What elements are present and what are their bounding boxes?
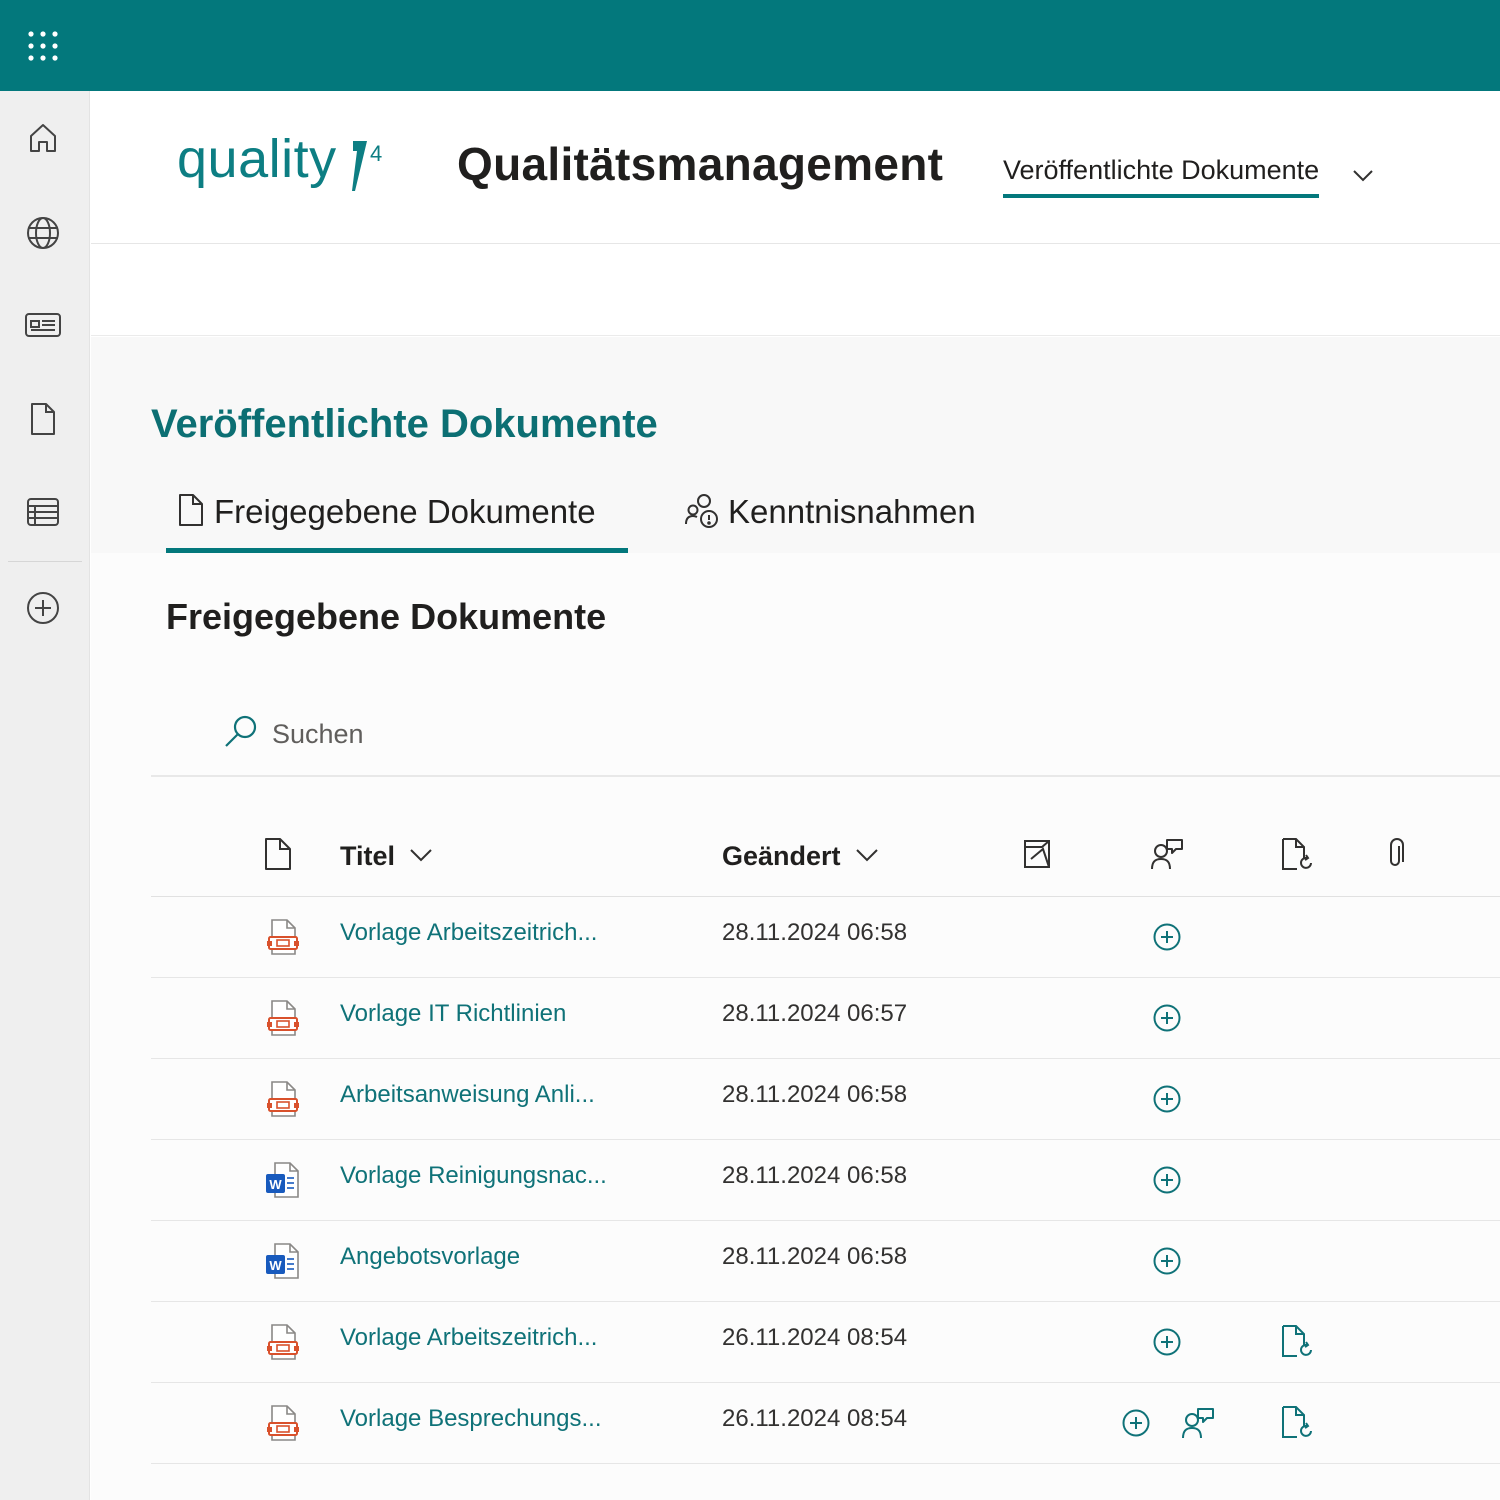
tab-kenntnisnahmen[interactable]: Kenntnisnahmen — [684, 490, 976, 554]
add-circle-icon[interactable] — [1149, 919, 1185, 955]
svg-text:W: W — [269, 1177, 282, 1192]
search-icon — [222, 713, 260, 756]
column-header-approval[interactable] — [1022, 836, 1052, 876]
document-refresh-icon[interactable] — [1279, 1404, 1315, 1440]
column-header-modified[interactable]: Geändert — [722, 836, 879, 876]
word-file-icon: W — [263, 1239, 307, 1283]
news-icon[interactable] — [20, 302, 66, 348]
modified-date: 28.11.2024 06:58 — [722, 1243, 908, 1270]
table-row[interactable]: Vorlage Besprechungs... 26.11.2024 08:54 — [151, 1383, 1500, 1464]
document-title-link[interactable]: Vorlage Besprechungs... — [340, 1405, 602, 1433]
search-box[interactable]: Suchen — [222, 712, 364, 756]
column-header-label: Titel — [340, 840, 396, 871]
tab-label: Kenntnisnahmen — [728, 493, 976, 530]
waffle-icon[interactable] — [18, 21, 68, 71]
table-row[interactable]: Arbeitsanweisung Anli... 28.11.2024 06:58 — [151, 1059, 1500, 1140]
add-circle-icon[interactable] — [1149, 1000, 1185, 1036]
document-icon — [176, 492, 206, 533]
pdf-file-icon — [263, 996, 307, 1040]
document-title-link[interactable]: Angebotsvorlage — [340, 1243, 520, 1271]
word-file-icon: W — [263, 1158, 307, 1202]
pdf-file-icon — [263, 1320, 307, 1364]
logo-text: quality — [177, 129, 337, 189]
table-row[interactable]: W Angebotsvorlage 28.11.2024 06:58 — [151, 1221, 1500, 1302]
document-title-link[interactable]: Vorlage Reinigungsnac... — [340, 1162, 607, 1190]
site-nav-item[interactable]: Veröffentlichte Dokumente — [1003, 155, 1373, 199]
attachment-icon — [1384, 837, 1406, 876]
app-bar — [0, 91, 90, 1500]
chevron-down-icon — [409, 844, 433, 871]
modified-date: 26.11.2024 08:54 — [722, 1405, 908, 1432]
document-title-link[interactable]: Vorlage IT Richtlinien — [340, 1000, 566, 1028]
chevron-down-icon[interactable] — [1351, 163, 1375, 192]
pdf-file-icon — [263, 915, 307, 959]
document-refresh-icon — [1280, 836, 1314, 877]
column-header-type[interactable] — [263, 836, 293, 876]
add-circle-icon[interactable] — [1118, 1405, 1154, 1441]
site-logo[interactable]: quality 4 — [177, 129, 389, 199]
logo-mark-icon: 4 — [349, 137, 389, 198]
document-title-link[interactable]: Arbeitsanweisung Anli... — [340, 1081, 595, 1109]
table-row[interactable]: W Vorlage Reinigungsnac... 28.11.2024 06:5… — [151, 1140, 1500, 1221]
tab-label: Freigegebene Dokumente — [214, 493, 596, 530]
approval-icon — [1022, 837, 1052, 876]
logo-sup: 4 — [370, 141, 382, 166]
document-title-link[interactable]: Vorlage Arbeitszeitrich... — [340, 919, 597, 947]
rail-divider — [8, 561, 82, 562]
add-circle-icon[interactable] — [20, 585, 66, 631]
table-row[interactable]: Vorlage Arbeitszeitrich... 26.11.2024 08:… — [151, 1302, 1500, 1383]
svg-text:W: W — [269, 1258, 282, 1273]
suite-bar — [0, 0, 1500, 91]
header-spacer — [91, 245, 1500, 336]
add-circle-icon[interactable] — [1149, 1081, 1185, 1117]
person-feedback-icon[interactable] — [1180, 1405, 1216, 1441]
column-header-label: Geändert — [722, 840, 841, 871]
modified-date: 28.11.2024 06:58 — [722, 919, 908, 946]
document-refresh-icon[interactable] — [1279, 1323, 1315, 1359]
list-icon[interactable] — [20, 489, 66, 535]
document-icon[interactable] — [20, 396, 66, 442]
document-icon — [263, 837, 293, 876]
add-circle-icon[interactable] — [1149, 1324, 1185, 1360]
add-circle-icon[interactable] — [1149, 1162, 1185, 1198]
home-icon[interactable] — [20, 115, 66, 161]
site-header: quality 4 Qualitätsmanagement Veröffentl… — [91, 91, 1500, 244]
page-heading: Veröffentlichte Dokumente — [151, 402, 658, 446]
search-underline — [151, 775, 1500, 777]
people-info-icon — [684, 492, 720, 535]
modified-date: 28.11.2024 06:58 — [722, 1081, 908, 1108]
modified-date: 28.11.2024 06:57 — [722, 1000, 908, 1027]
column-header-attachment[interactable] — [1384, 836, 1406, 876]
column-header-document-refresh[interactable] — [1280, 836, 1314, 876]
column-header-title[interactable]: Titel — [340, 836, 433, 876]
modified-date: 28.11.2024 06:58 — [722, 1162, 908, 1189]
person-feedback-icon — [1150, 837, 1184, 876]
section-title: Freigegebene Dokumente — [166, 596, 607, 637]
document-title-link[interactable]: Vorlage Arbeitszeitrich... — [340, 1324, 597, 1352]
search-input[interactable]: Suchen — [272, 719, 364, 750]
table-row[interactable]: Vorlage IT Richtlinien 28.11.2024 06:57 — [151, 978, 1500, 1059]
pdf-file-icon — [263, 1077, 307, 1121]
column-header-feedback[interactable] — [1150, 836, 1184, 876]
pdf-file-icon — [263, 1401, 307, 1445]
globe-icon[interactable] — [20, 210, 66, 256]
table-row[interactable]: Vorlage Arbeitszeitrich... 28.11.2024 06:… — [151, 897, 1500, 978]
chevron-down-icon — [855, 844, 879, 871]
add-circle-icon[interactable] — [1149, 1243, 1185, 1279]
site-nav-label: Veröffentlichte Dokumente — [1003, 155, 1320, 198]
modified-date: 26.11.2024 08:54 — [722, 1324, 908, 1351]
tab-freigegebene-dokumente[interactable]: Freigegebene Dokumente — [176, 490, 596, 554]
site-title[interactable]: Qualitätsmanagement — [457, 137, 943, 191]
